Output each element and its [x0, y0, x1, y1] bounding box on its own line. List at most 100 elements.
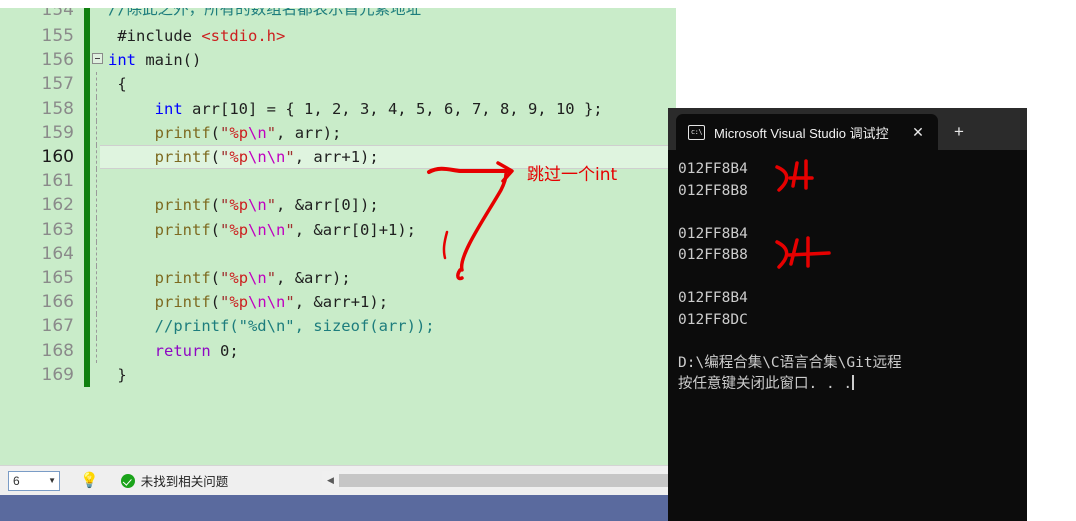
glyph-margin[interactable] [90, 96, 108, 121]
code-text[interactable]: int main() [108, 48, 201, 72]
code-text[interactable]: #include <stdio.h> [108, 24, 285, 48]
code-line-165[interactable]: 165 printf("%p\n", &arr); [0, 265, 676, 291]
code-line-166[interactable]: 166 printf("%p\n\n", &arr+1); [0, 290, 676, 315]
line-number: 166 [41, 292, 74, 313]
token: " [266, 268, 277, 287]
console-tab[interactable]: c:\ Microsoft Visual Studio 调试控 ✕ [676, 114, 938, 150]
code-line-167[interactable]: 167 //printf("%d\n", sizeof(arr)); [0, 314, 676, 339]
line-number: 169 [41, 364, 74, 385]
code-line-162[interactable]: 162 printf("%p\n", &arr[0]); [0, 193, 676, 218]
indent-guide [96, 193, 97, 218]
console-tab-title: Microsoft Visual Studio 调试控 [714, 125, 889, 141]
indent-guide [96, 290, 97, 315]
console-window[interactable]: c:\ Microsoft Visual Studio 调试控 ✕ + 012F… [668, 108, 1027, 521]
token: ( [210, 220, 221, 239]
code-text[interactable]: return 0; [108, 339, 239, 363]
token: " [285, 148, 295, 167]
chevron-down-icon[interactable]: ▼ [48, 476, 56, 485]
console-tab-bar[interactable]: c:\ Microsoft Visual Studio 调试控 ✕ + [668, 108, 1027, 150]
code-text[interactable]: printf("%p\n\n", &arr+1); [108, 290, 388, 314]
glyph-margin[interactable] [90, 338, 108, 363]
glyph-margin[interactable] [90, 241, 108, 266]
token: printf [154, 148, 211, 167]
code-text[interactable]: { [108, 72, 126, 96]
code-text[interactable]: printf("%p\n\n", &arr[0]+1); [108, 218, 416, 242]
glyph-margin[interactable] [90, 290, 108, 315]
token: ( [210, 123, 221, 142]
token: 0; [210, 341, 239, 360]
horizontal-scrollbar[interactable]: ◀ [322, 471, 674, 489]
glyph-margin[interactable] [90, 265, 108, 291]
glyph-margin[interactable] [90, 72, 108, 97]
token: , &arr); [276, 268, 351, 287]
code-text[interactable]: printf("%p\n\n", arr+1); [108, 145, 379, 169]
code-line-154[interactable]: 154 //除此之外，所有的数组名都表示首元素地址 [0, 8, 676, 24]
glyph-margin[interactable] [90, 314, 108, 339]
glyph-margin[interactable] [90, 363, 108, 387]
indent-guide [96, 120, 97, 145]
glyph-margin[interactable] [90, 8, 108, 24]
glyph-margin[interactable] [90, 24, 108, 48]
glyph-margin[interactable] [90, 144, 108, 170]
indent-guide [96, 217, 97, 242]
token: " [220, 148, 230, 167]
code-text[interactable]: //除此之外，所有的数组名都表示首元素地址 [108, 8, 421, 17]
code-line-164[interactable]: 164 [0, 241, 676, 266]
code-editor-pane[interactable]: 154 //除此之外，所有的数组名都表示首元素地址 155 #include <st… [0, 8, 676, 465]
code-line-157[interactable]: 157 { [0, 72, 676, 97]
code-text[interactable]: printf("%p\n", arr); [108, 121, 342, 145]
code-line-155[interactable]: 155 #include <stdio.h> [0, 24, 676, 49]
code-text[interactable]: //printf("%d\n", sizeof(arr)); [108, 314, 435, 338]
code-line-169[interactable]: 169 } [0, 362, 676, 387]
glyph-margin[interactable] [90, 48, 108, 72]
line-number: 161 [41, 171, 74, 192]
token: printf [154, 123, 211, 142]
token: " [220, 268, 230, 287]
zoom-level-value: 6 [13, 473, 20, 488]
new-tab-icon[interactable]: + [942, 114, 976, 150]
code-line-168[interactable]: 168 return 0; [0, 338, 676, 363]
code-text[interactable]: int arr[10] = { 1, 2, 3, 4, 5, 6, 7, 8, … [108, 97, 603, 121]
token: " [220, 123, 230, 142]
code-line-156[interactable]: 156 int main() [0, 48, 676, 73]
console-output[interactable]: 012FF8B4 012FF8B8 012FF8B4 012FF8B8 012FF8… [668, 150, 1027, 521]
issues-status[interactable]: 未找到相关问题 [120, 471, 228, 490]
code-line-list[interactable]: 154 //除此之外，所有的数组名都表示首元素地址 155 #include <st… [0, 8, 676, 387]
lightbulb-icon[interactable]: 💡 [80, 473, 99, 488]
token: ( [210, 196, 221, 215]
token: //printf("%d\n", sizeof(arr)); [108, 317, 435, 336]
token: ( [210, 293, 221, 312]
code-text[interactable]: printf("%p\n", &arr[0]); [108, 193, 379, 217]
scroll-left-icon[interactable]: ◀ [322, 471, 339, 489]
token: " [266, 123, 277, 142]
collapse-region-icon[interactable] [92, 53, 103, 65]
token: \n [248, 123, 267, 142]
glyph-margin[interactable] [90, 120, 108, 145]
console-app-icon: c:\ [688, 124, 705, 140]
token: %p [229, 268, 249, 287]
line-number: 167 [41, 316, 74, 337]
line-number: 159 [41, 122, 74, 143]
zoom-level-combobox[interactable]: 6 ▼ [8, 470, 60, 491]
code-line-158[interactable]: 158 int arr[10] = { 1, 2, 3, 4, 5, 6, 7,… [0, 96, 676, 121]
line-number: 160 [41, 147, 74, 168]
code-text[interactable]: } [108, 363, 126, 387]
glyph-margin[interactable] [90, 193, 108, 218]
close-icon[interactable]: ✕ [905, 119, 931, 145]
code-line-159[interactable]: 159 printf("%p\n", arr); [0, 120, 676, 145]
token: %p [229, 148, 249, 167]
code-text[interactable]: printf("%p\n", &arr); [108, 266, 351, 290]
glyph-margin[interactable] [90, 217, 108, 242]
line-number: 154 [41, 8, 74, 20]
token: " [220, 196, 230, 215]
scrollbar-thumb[interactable] [339, 473, 674, 487]
token: , &arr+1); [294, 293, 389, 312]
glyph-margin[interactable] [90, 169, 108, 194]
code-line-163[interactable]: 163 printf("%p\n\n", &arr[0]+1); [0, 217, 676, 242]
